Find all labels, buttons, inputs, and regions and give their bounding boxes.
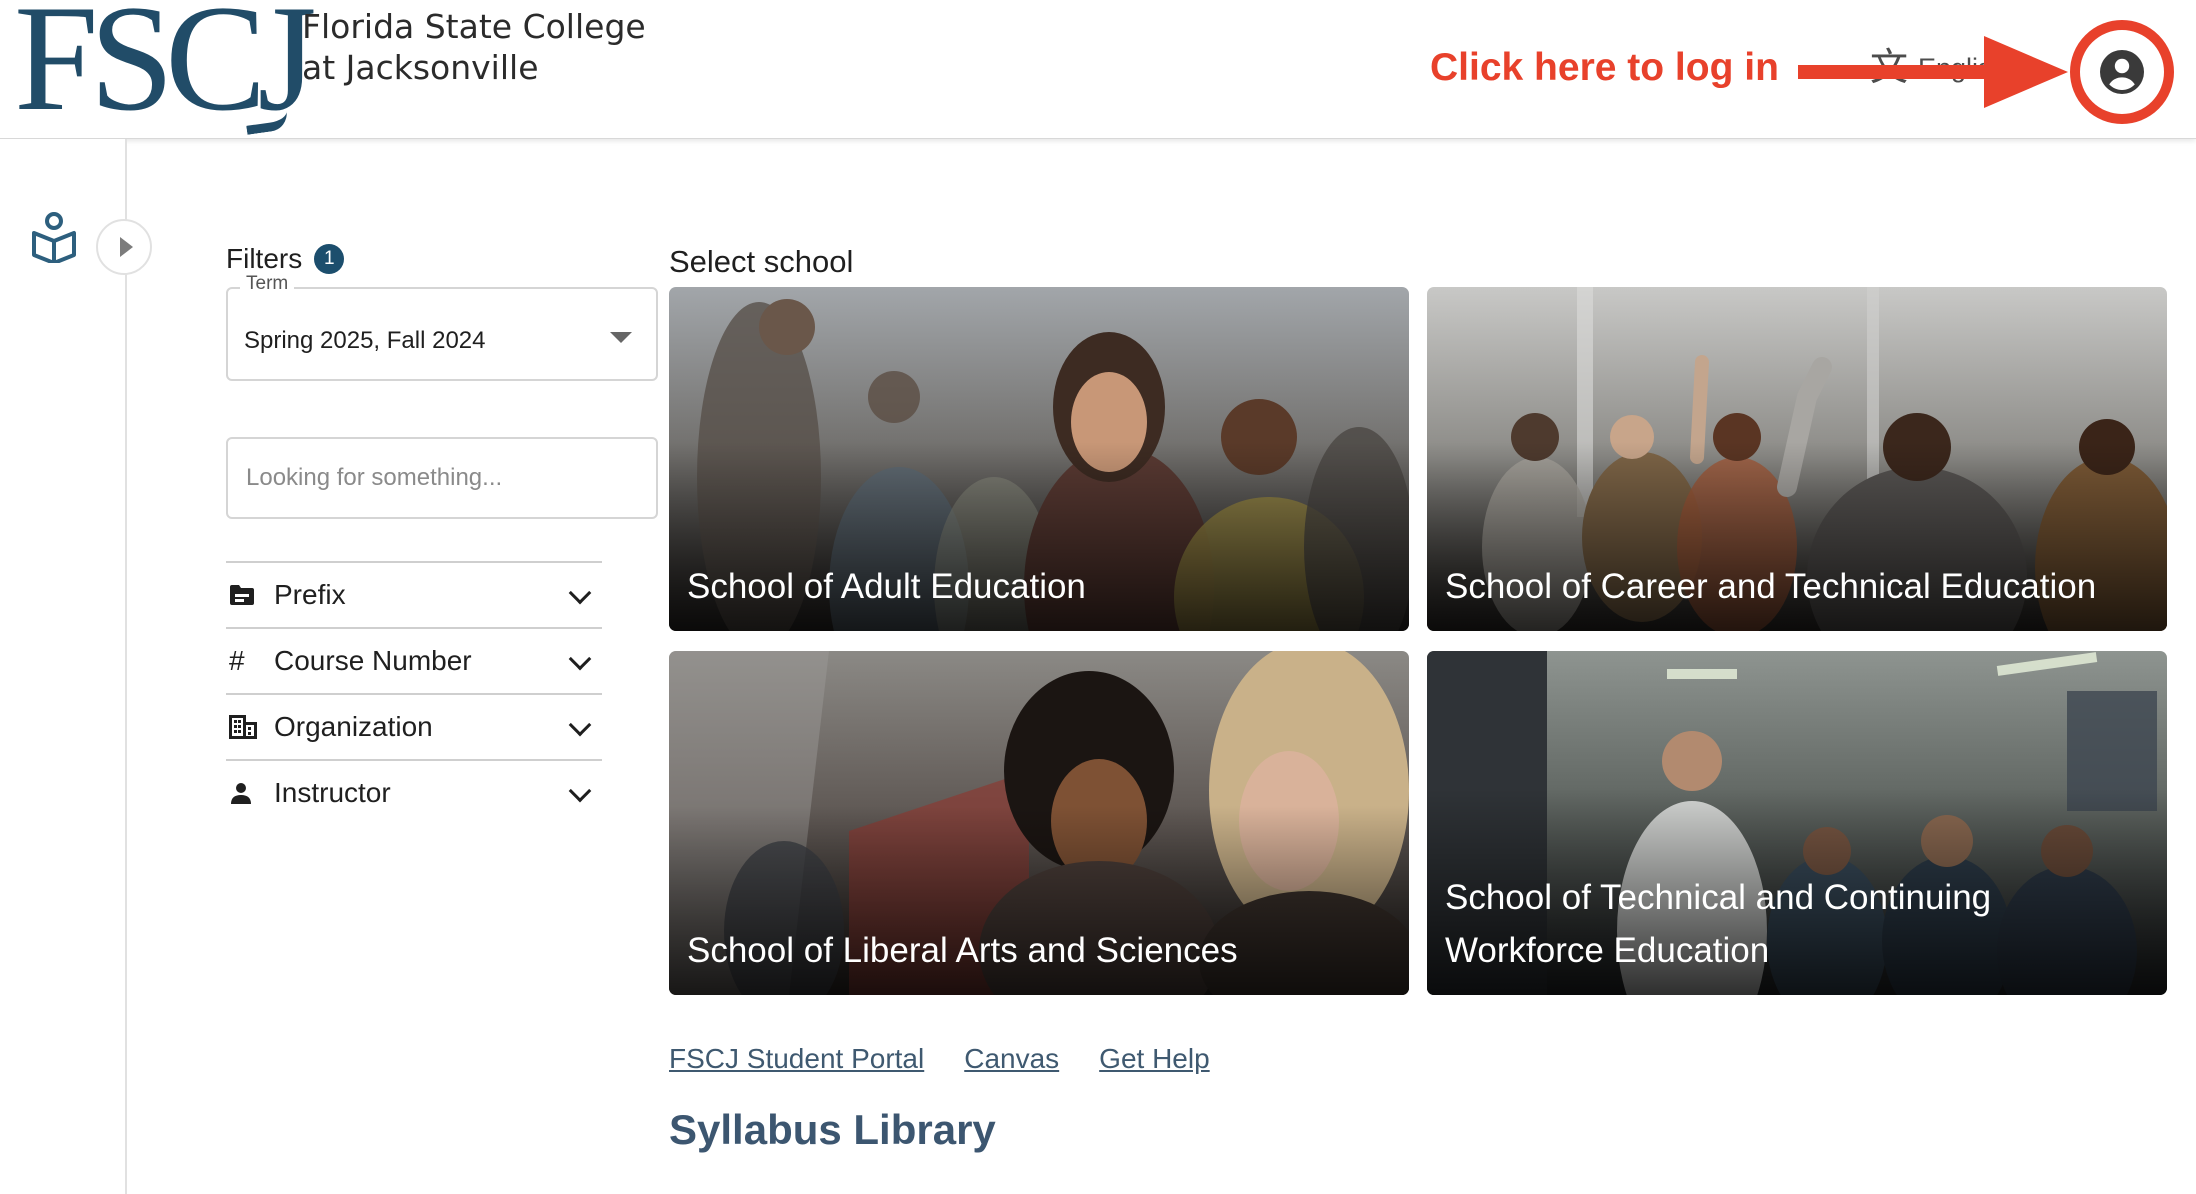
school-card-label: School of Technical and Continuing Workf… [1445, 878, 1992, 970]
library-book-icon[interactable] [30, 211, 78, 263]
school-card-technical-continuing[interactable]: School of Technical and Continuing Workf… [1427, 651, 2167, 995]
facet-organization[interactable]: Organization [226, 693, 602, 759]
facet-instructor[interactable]: Instructor [226, 759, 602, 825]
dropdown-caret-icon [610, 332, 632, 343]
school-card-label: School of Adult Education [687, 567, 1086, 606]
expand-arrow-icon[interactable] [96, 219, 152, 275]
hash-icon: # [229, 645, 245, 676]
person-icon [226, 781, 274, 805]
top-header: FSCJ Florida State College at Jacksonvil… [0, 0, 2196, 139]
get-help-link[interactable]: Get Help [1099, 1043, 1210, 1075]
chevron-down-icon [568, 647, 592, 671]
select-school-heading: Select school [669, 244, 854, 279]
annotation-text: Click here to log in [1430, 46, 1779, 89]
syllabus-library-heading: Syllabus Library [669, 1106, 996, 1153]
logo-text: Florida State College at Jacksonville [302, 6, 646, 88]
facet-label: Organization [274, 711, 433, 742]
facet-list: Prefix # Course Number Organization Inst… [226, 561, 602, 825]
chevron-down-icon [568, 581, 592, 605]
school-card-label: School of Liberal Arts and Sciences [687, 931, 1238, 970]
school-card-adult-education[interactable]: School of Adult Education [669, 287, 1409, 631]
logo-line-1: Florida State College [302, 7, 646, 46]
term-value: Spring 2025, Fall 2024 [244, 327, 486, 354]
facet-prefix[interactable]: Prefix [226, 561, 602, 627]
annotation-arrow [1798, 36, 2068, 108]
logo-line-2: at Jacksonville [302, 48, 539, 87]
left-rail [0, 139, 127, 1194]
filters-heading: Filters 1 [226, 243, 345, 275]
account-circle-icon [2100, 50, 2144, 94]
facet-label: Prefix [274, 579, 346, 610]
search-input[interactable] [226, 437, 658, 519]
filter-count-badge: 1 [314, 244, 345, 274]
chevron-down-icon [568, 779, 592, 803]
chevron-down-icon [568, 713, 592, 737]
term-select[interactable]: Term Spring 2025, Fall 2024 [226, 273, 658, 381]
student-portal-link[interactable]: FSCJ Student Portal [669, 1043, 924, 1075]
folder-icon [226, 584, 274, 606]
facet-label: Instructor [274, 777, 391, 808]
school-card-liberal-arts[interactable]: School of Liberal Arts and Sciences [669, 651, 1409, 995]
school-card-label: School of Career and Technical Education [1445, 567, 2097, 606]
facet-label: Course Number [274, 645, 472, 676]
canvas-link[interactable]: Canvas [964, 1043, 1059, 1075]
filters-title: Filters [226, 243, 303, 274]
term-label: Term [240, 273, 295, 295]
facet-course-number[interactable]: # Course Number [226, 627, 602, 693]
footer-links: FSCJ Student Portal Canvas Get Help [669, 1043, 1210, 1075]
school-card-career-technical[interactable]: School of Career and Technical Education [1427, 287, 2167, 631]
building-icon [226, 715, 274, 739]
logo-mark: FSCJ [14, 0, 317, 142]
login-button[interactable] [2070, 20, 2174, 124]
